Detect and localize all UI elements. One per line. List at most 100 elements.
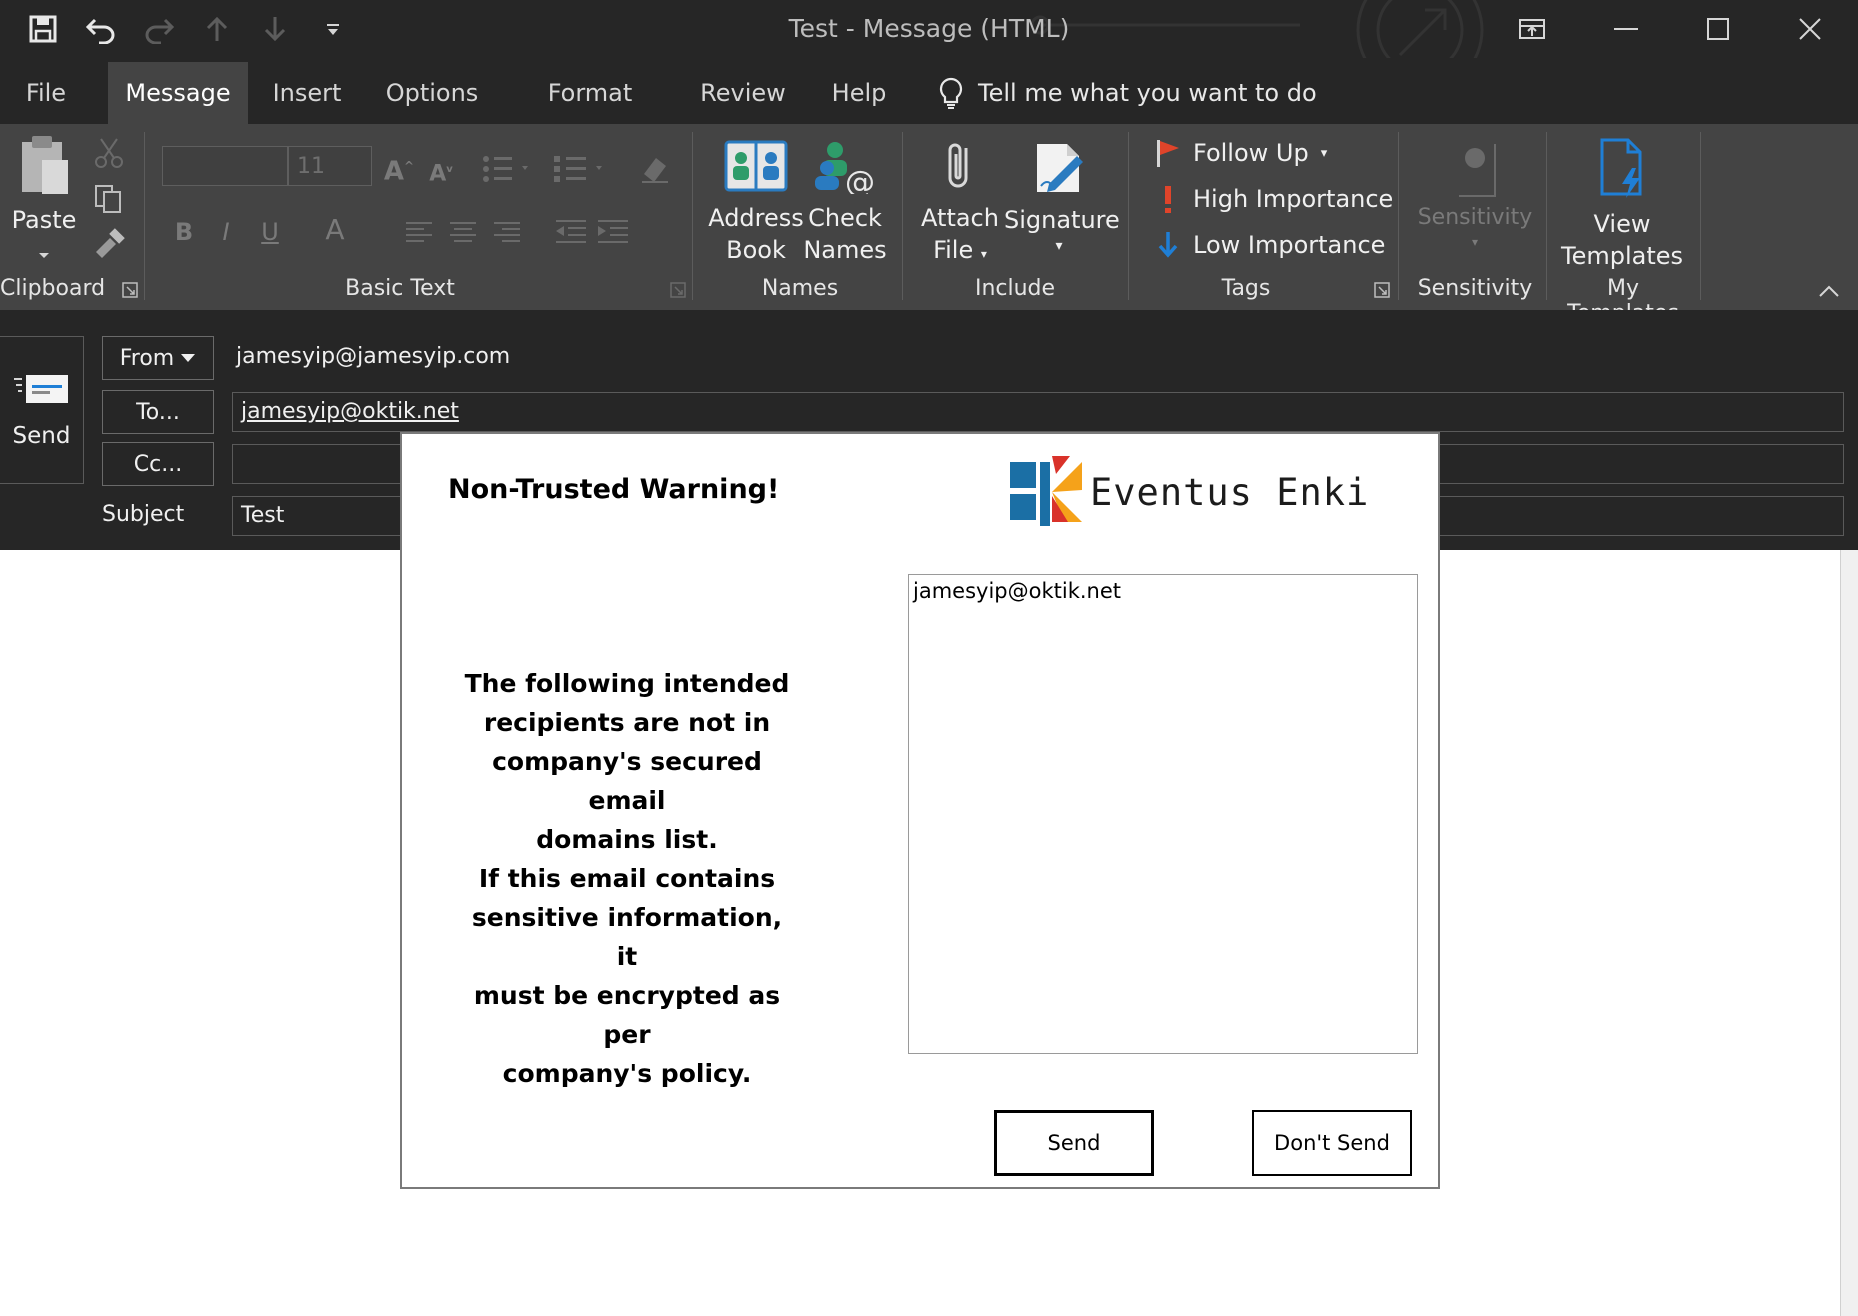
list-item[interactable]: jamesyip@oktik.net — [913, 579, 1413, 603]
to-recipient[interactable]: jamesyip@oktik.net — [241, 399, 459, 424]
font-size-combo[interactable]: 11 — [288, 146, 372, 186]
close-icon[interactable] — [1766, 0, 1854, 58]
warning-line: company's secured email — [492, 747, 762, 815]
tab-file[interactable]: File — [6, 62, 86, 124]
send-icon — [13, 375, 68, 403]
ribbon-display-options-icon[interactable] — [1488, 0, 1576, 58]
cc-button[interactable]: Cc... — [102, 442, 214, 486]
italic-button[interactable]: I — [212, 216, 240, 248]
basic-text-dialog-launcher-icon[interactable] — [670, 282, 686, 298]
untrusted-recipients-list[interactable]: jamesyip@oktik.net — [908, 574, 1418, 1054]
low-importance-label: Low Importance — [1193, 231, 1386, 259]
tab-format-text[interactable]: Format Text — [520, 62, 660, 169]
paste-icon — [22, 136, 68, 194]
check-names-label-1: Check — [808, 204, 882, 232]
clipboard-dialog-launcher-icon[interactable] — [122, 282, 138, 298]
cut-icon[interactable] — [92, 136, 126, 170]
tab-insert[interactable]: Insert — [264, 62, 350, 124]
chevron-down-icon: ▾ — [1320, 145, 1328, 161]
ribbon-separator — [902, 132, 903, 300]
to-button[interactable]: To... — [102, 390, 214, 434]
attach-file-label-1: Attach — [921, 204, 999, 232]
high-importance-button[interactable]: High Importance — [1155, 180, 1393, 218]
check-names-label-2: Names — [803, 236, 887, 264]
underline-button[interactable]: U — [256, 216, 284, 248]
clipboard-group-label: Clipboard — [0, 276, 106, 301]
non-trusted-warning-dialog: Non-Trusted Warning! Eventus Enki The fo… — [400, 432, 1440, 1189]
ribbon-separator — [1398, 132, 1399, 300]
address-book-button[interactable]: Address Book — [706, 138, 806, 266]
tell-me-search[interactable]: Tell me what you want to do — [938, 62, 1317, 124]
warning-line: must be encrypted as per — [473, 981, 781, 1049]
dont-send-button[interactable]: Don't Send — [1252, 1110, 1412, 1176]
ribbon-separator — [1546, 132, 1547, 300]
tab-help[interactable]: Help — [824, 62, 894, 124]
include-group-label: Include — [974, 276, 1056, 301]
low-importance-icon — [1158, 232, 1178, 258]
tab-message[interactable]: Message — [108, 62, 248, 124]
to-field[interactable]: jamesyip@oktik.net — [232, 392, 1844, 432]
attach-file-label-2: File ▾ — [933, 236, 987, 264]
from-button[interactable]: From — [102, 336, 214, 380]
bullets-icon[interactable] — [482, 154, 534, 184]
vertical-scrollbar[interactable] — [1840, 550, 1858, 1316]
grow-font-icon[interactable]: A^ — [382, 150, 416, 188]
brand-name: Eventus Enki — [1090, 470, 1370, 514]
format-painter-icon[interactable] — [92, 228, 126, 262]
font-name-combo[interactable] — [162, 146, 288, 186]
follow-up-label: Follow Up — [1193, 139, 1309, 167]
align-left-icon[interactable] — [404, 220, 434, 244]
view-templates-button[interactable]: View Templates — [1560, 136, 1684, 272]
chevron-down-icon: ▾ — [1055, 238, 1063, 254]
check-names-button[interactable]: @ Check Names — [800, 138, 890, 266]
clear-formatting-icon[interactable] — [638, 152, 672, 184]
lightbulb-icon — [939, 77, 963, 109]
tab-review[interactable]: Review — [694, 62, 792, 124]
signature-button[interactable]: Signature ▾ — [1004, 138, 1120, 256]
decrease-indent-icon[interactable] — [554, 218, 588, 246]
numbering-icon[interactable] — [552, 154, 608, 184]
outlook-compose-window: Test - Message (HTML) File Message Inser… — [0, 0, 1858, 1316]
sensitivity-button[interactable]: Sensitivity ▾ — [1410, 138, 1540, 250]
warning-line: domains list. — [536, 825, 718, 854]
high-importance-label: High Importance — [1193, 185, 1394, 213]
eventus-enki-logo: Eventus Enki — [1008, 456, 1369, 528]
address-book-icon — [724, 140, 788, 192]
align-right-icon[interactable] — [492, 220, 522, 244]
align-center-icon[interactable] — [448, 220, 478, 244]
sensitivity-icon — [1459, 144, 1496, 197]
high-importance-icon — [1165, 186, 1171, 213]
collapse-ribbon-icon[interactable] — [1818, 284, 1840, 298]
send-label: Send — [12, 423, 71, 449]
font-color-button[interactable]: A — [320, 214, 350, 246]
attach-file-button[interactable]: Attach File ▾ — [914, 138, 1006, 270]
dialog-title: Non-Trusted Warning! — [448, 474, 780, 505]
maximize-icon[interactable] — [1674, 0, 1762, 58]
sensitivity-group-label: Sensitivity — [1417, 276, 1533, 301]
from-label: From — [119, 345, 175, 371]
follow-up-button[interactable]: Follow Up ▾ — [1155, 134, 1327, 172]
shrink-font-icon[interactable]: Av — [424, 154, 458, 190]
low-importance-button[interactable]: Low Importance — [1155, 226, 1385, 264]
copy-icon[interactable] — [94, 184, 124, 214]
title-bar: Test - Message (HTML) — [0, 0, 1858, 270]
sensitivity-label: Sensitivity — [1417, 205, 1533, 230]
check-names-icon: @ — [815, 142, 875, 200]
send-button[interactable]: Send — [0, 336, 84, 484]
tab-options[interactable]: Options — [380, 62, 484, 124]
paste-button[interactable]: Paste — [4, 134, 84, 268]
signature-label: Signature — [1004, 206, 1120, 234]
view-templates-icon — [1600, 138, 1642, 198]
chevron-down-icon — [39, 253, 49, 258]
names-group-label: Names — [761, 276, 839, 301]
warning-line: The following intended — [464, 669, 790, 698]
tags-group-label: Tags — [1221, 276, 1271, 301]
tags-dialog-launcher-icon[interactable] — [1374, 282, 1390, 298]
minimize-icon[interactable] — [1582, 0, 1670, 58]
paste-label: Paste — [11, 206, 77, 234]
address-book-label-1: Address — [708, 204, 804, 232]
warning-message: The following intended recipients are no… — [462, 664, 792, 1093]
bold-button[interactable]: B — [170, 216, 198, 248]
dialog-send-button[interactable]: Send — [994, 1110, 1154, 1176]
increase-indent-icon[interactable] — [596, 218, 630, 246]
